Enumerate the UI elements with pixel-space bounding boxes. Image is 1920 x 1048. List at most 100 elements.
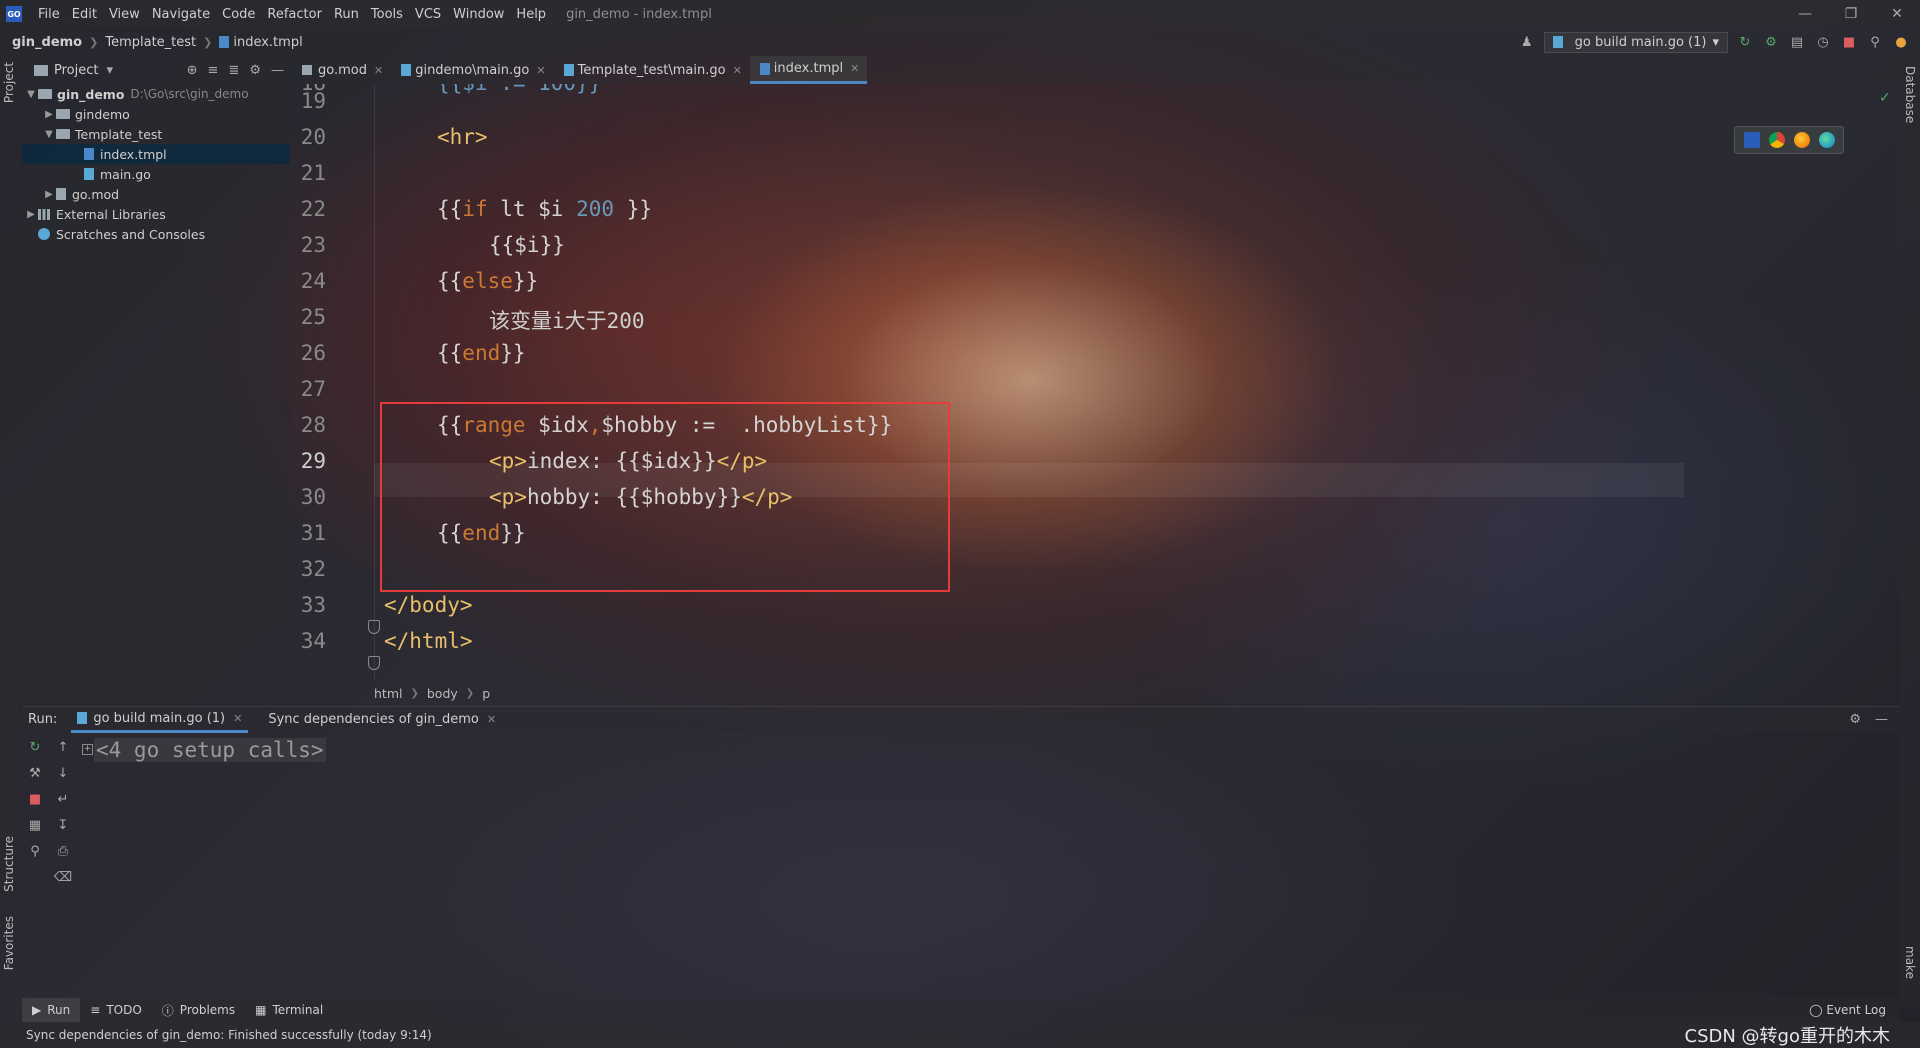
pin-icon[interactable]: ⚲ bbox=[22, 838, 48, 864]
print-icon[interactable]: ⎙ bbox=[50, 838, 76, 864]
tree-item-external-libraries[interactable]: ▶ External Libraries bbox=[22, 204, 290, 224]
tree-item-scratches[interactable]: Scratches and Consoles bbox=[22, 224, 290, 244]
code-token: }} bbox=[614, 197, 652, 221]
tool-tab-event-log[interactable]: ◯ Event Log bbox=[1809, 1003, 1900, 1017]
rerun-icon[interactable]: ↻ bbox=[1736, 33, 1754, 51]
close-icon[interactable]: ✕ bbox=[374, 64, 383, 77]
stop-icon[interactable]: ■ bbox=[1840, 33, 1858, 51]
hide-icon[interactable]: — bbox=[271, 63, 284, 78]
arrow-up-icon[interactable]: ↑ bbox=[50, 734, 76, 760]
code-token: }} bbox=[512, 269, 539, 293]
line-number: 25 bbox=[300, 305, 326, 329]
breadcrumb-body[interactable]: body bbox=[427, 686, 458, 701]
hide-icon[interactable]: — bbox=[1875, 712, 1888, 727]
close-window-icon[interactable]: ✕ bbox=[1874, 6, 1920, 22]
close-icon[interactable]: ✕ bbox=[233, 712, 242, 725]
chevron-down-icon[interactable]: ▾ bbox=[106, 63, 113, 78]
profile-icon[interactable]: ◷ bbox=[1814, 33, 1832, 51]
stop-icon[interactable]: ■ bbox=[22, 786, 48, 812]
close-icon[interactable]: ✕ bbox=[850, 62, 859, 75]
menu-run[interactable]: Run bbox=[328, 7, 365, 22]
run-tab-sync-dependencies[interactable]: Sync dependencies of gin_demo ✕ bbox=[262, 707, 502, 733]
edge-icon[interactable] bbox=[1818, 132, 1835, 148]
menu-navigate[interactable]: Navigate bbox=[146, 7, 216, 22]
menu-view[interactable]: View bbox=[103, 7, 146, 22]
user-icon[interactable]: ♟ bbox=[1518, 33, 1536, 51]
close-icon[interactable]: ✕ bbox=[487, 713, 496, 726]
expand-all-icon[interactable]: ≡ bbox=[208, 63, 219, 78]
status-message[interactable]: Sync dependencies of gin_demo: Finished … bbox=[0, 1028, 432, 1042]
scroll-to-end-icon[interactable]: ↧ bbox=[50, 812, 76, 838]
run-configuration-selector[interactable]: go build main.go (1) ▾ bbox=[1543, 31, 1728, 53]
update-icon[interactable]: ● bbox=[1892, 33, 1910, 51]
menu-tools[interactable]: Tools bbox=[365, 7, 409, 22]
structure-tool-tab[interactable]: Structure bbox=[2, 836, 16, 892]
tab-gindemo-main-go[interactable]: gindemo\main.go ✕ bbox=[391, 56, 553, 84]
breadcrumb-folder[interactable]: Template_test bbox=[105, 35, 196, 50]
tool-tab-problems[interactable]: ⓘ Problems bbox=[152, 998, 245, 1022]
gear-icon[interactable]: ⚙ bbox=[1849, 712, 1861, 727]
tree-item-index-tmpl[interactable]: index.tmpl bbox=[22, 144, 290, 164]
menu-help[interactable]: Help bbox=[510, 7, 552, 22]
menu-window[interactable]: Window bbox=[447, 7, 510, 22]
tree-item-gindemo[interactable]: ▶ gindemo bbox=[22, 104, 290, 124]
chevron-down-icon: ▾ bbox=[1712, 34, 1719, 50]
fold-marker-icon[interactable] bbox=[368, 620, 380, 634]
rerun-icon[interactable]: ↻ bbox=[22, 734, 48, 760]
breadcrumb-project[interactable]: gin_demo bbox=[12, 35, 82, 50]
goland-browser-icon[interactable] bbox=[1743, 132, 1760, 148]
tool-tab-terminal[interactable]: ▦ Terminal bbox=[245, 998, 333, 1022]
chevron-down-icon: ▼ bbox=[45, 128, 53, 140]
coverage-icon[interactable]: ▤ bbox=[1788, 33, 1806, 51]
menu-code[interactable]: Code bbox=[216, 7, 261, 22]
run-tab-go-build[interactable]: go build main.go (1) ✕ bbox=[71, 707, 249, 733]
collapse-all-icon[interactable]: ≣ bbox=[228, 63, 239, 78]
expand-icon[interactable]: + bbox=[82, 744, 93, 755]
arrow-down-icon[interactable]: ↓ bbox=[50, 760, 76, 786]
project-tool-tab[interactable]: Project bbox=[2, 62, 16, 103]
favorites-tool-tab[interactable]: Favorites bbox=[2, 916, 16, 970]
search-icon[interactable]: ⚲ bbox=[1866, 33, 1884, 51]
layout-icon[interactable]: ▦ bbox=[22, 812, 48, 838]
tab-index-tmpl[interactable]: index.tmpl ✕ bbox=[749, 56, 868, 84]
tree-item-go-mod[interactable]: ▶ go.mod bbox=[22, 184, 290, 204]
trash-icon[interactable]: ⌫ bbox=[50, 864, 76, 890]
restore-icon[interactable]: ❐ bbox=[1828, 6, 1874, 22]
tree-item-template-test[interactable]: ▼ Template_test bbox=[22, 124, 290, 144]
close-icon[interactable]: ✕ bbox=[536, 64, 545, 77]
menu-refactor[interactable]: Refactor bbox=[261, 7, 328, 22]
firefox-icon[interactable] bbox=[1793, 132, 1810, 148]
tab-go-mod[interactable]: go.mod ✕ bbox=[292, 56, 391, 84]
line-number: 22 bbox=[300, 197, 326, 221]
menu-vcs[interactable]: VCS bbox=[409, 7, 447, 22]
tool-tab-run[interactable]: ▶ Run bbox=[22, 998, 81, 1022]
tool-tab-todo[interactable]: ≡ TODO bbox=[80, 998, 152, 1022]
close-icon[interactable]: ✕ bbox=[733, 64, 742, 77]
tree-item-main-go[interactable]: main.go bbox=[22, 164, 290, 184]
gear-icon[interactable]: ⚙ bbox=[249, 63, 261, 78]
code-editor[interactable]: 18 19 20 21 22 23 24 25 26 27 28 29 30 3… bbox=[292, 84, 1900, 680]
database-tool-tab[interactable]: Database bbox=[1903, 66, 1917, 123]
chrome-icon[interactable] bbox=[1768, 132, 1785, 148]
tab-template-test-main-go[interactable]: Template_test\main.go ✕ bbox=[554, 56, 750, 84]
menu-edit[interactable]: Edit bbox=[66, 7, 103, 22]
minimize-icon[interactable]: — bbox=[1782, 6, 1828, 22]
fold-marker-icon[interactable] bbox=[368, 656, 380, 670]
checkmark-icon[interactable]: ✓ bbox=[1879, 90, 1891, 106]
breadcrumb-file[interactable]: index.tmpl bbox=[233, 35, 302, 50]
code-line-24: {{else}} bbox=[437, 269, 538, 293]
breadcrumb-p[interactable]: p bbox=[482, 686, 490, 701]
make-tool-tab[interactable]: make bbox=[1903, 946, 1917, 979]
debug-icon[interactable]: ⚙ bbox=[1762, 33, 1780, 51]
locate-icon[interactable]: ⊕ bbox=[187, 63, 198, 78]
mod-file-icon bbox=[302, 65, 312, 75]
folder-icon bbox=[56, 129, 70, 139]
code-token: else bbox=[462, 269, 513, 293]
soft-wrap-icon[interactable]: ↵ bbox=[50, 786, 76, 812]
breadcrumb-html[interactable]: html bbox=[374, 686, 402, 701]
wrench-icon[interactable]: ⚒ bbox=[22, 760, 48, 786]
run-console[interactable]: + <4 go setup calls> bbox=[80, 734, 1900, 1004]
menu-file[interactable]: File bbox=[32, 7, 66, 22]
tree-item-gin-demo[interactable]: ▼ gin_demo D:\Go\src\gin_demo bbox=[22, 84, 290, 104]
project-panel-title[interactable]: Project bbox=[54, 63, 98, 78]
